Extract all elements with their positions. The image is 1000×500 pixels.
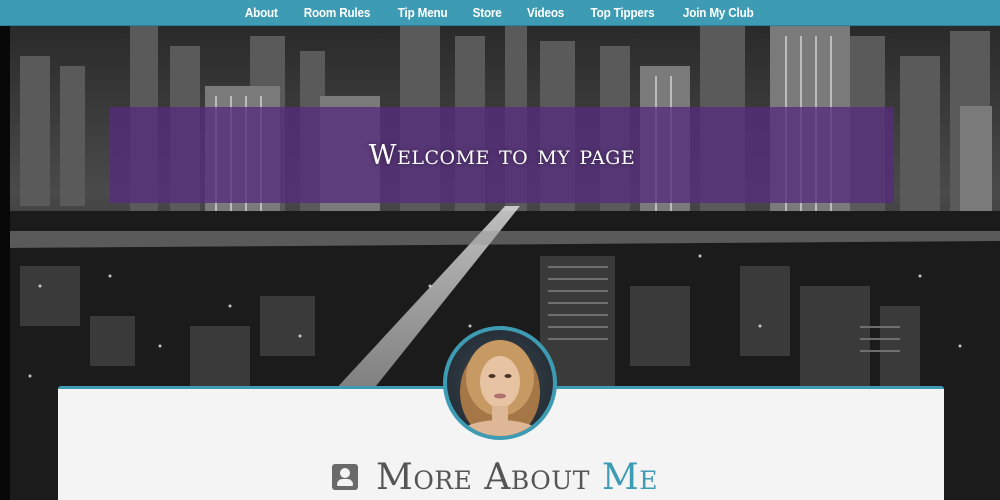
heading-accent: Me xyxy=(601,456,659,498)
nav-link-store[interactable]: Store xyxy=(473,5,502,20)
profile-avatar-ring[interactable] xyxy=(443,326,557,440)
section-heading: More About Me xyxy=(332,452,658,500)
left-frame-edge xyxy=(0,26,10,500)
nav-link-top-tippers[interactable]: Top Tippers xyxy=(590,5,654,20)
contact-card-icon xyxy=(332,464,358,490)
nav-link-room-rules[interactable]: Room Rules xyxy=(304,5,371,20)
heading-main: More About xyxy=(376,456,590,498)
section-heading-text: More About Me xyxy=(376,457,658,498)
top-navigation: About Room Rules Tip Menu Store Videos T… xyxy=(0,0,1000,26)
nav-link-videos[interactable]: Videos xyxy=(527,5,564,20)
welcome-title: Welcome to my page xyxy=(368,139,636,171)
nav-link-tip-menu[interactable]: Tip Menu xyxy=(398,5,448,20)
nav-link-about[interactable]: About xyxy=(245,5,278,20)
profile-avatar xyxy=(447,330,553,436)
nav-link-join-my-club[interactable]: Join My Club xyxy=(683,5,754,20)
profile-photo xyxy=(460,340,540,436)
welcome-banner: Welcome to my page xyxy=(110,107,894,203)
